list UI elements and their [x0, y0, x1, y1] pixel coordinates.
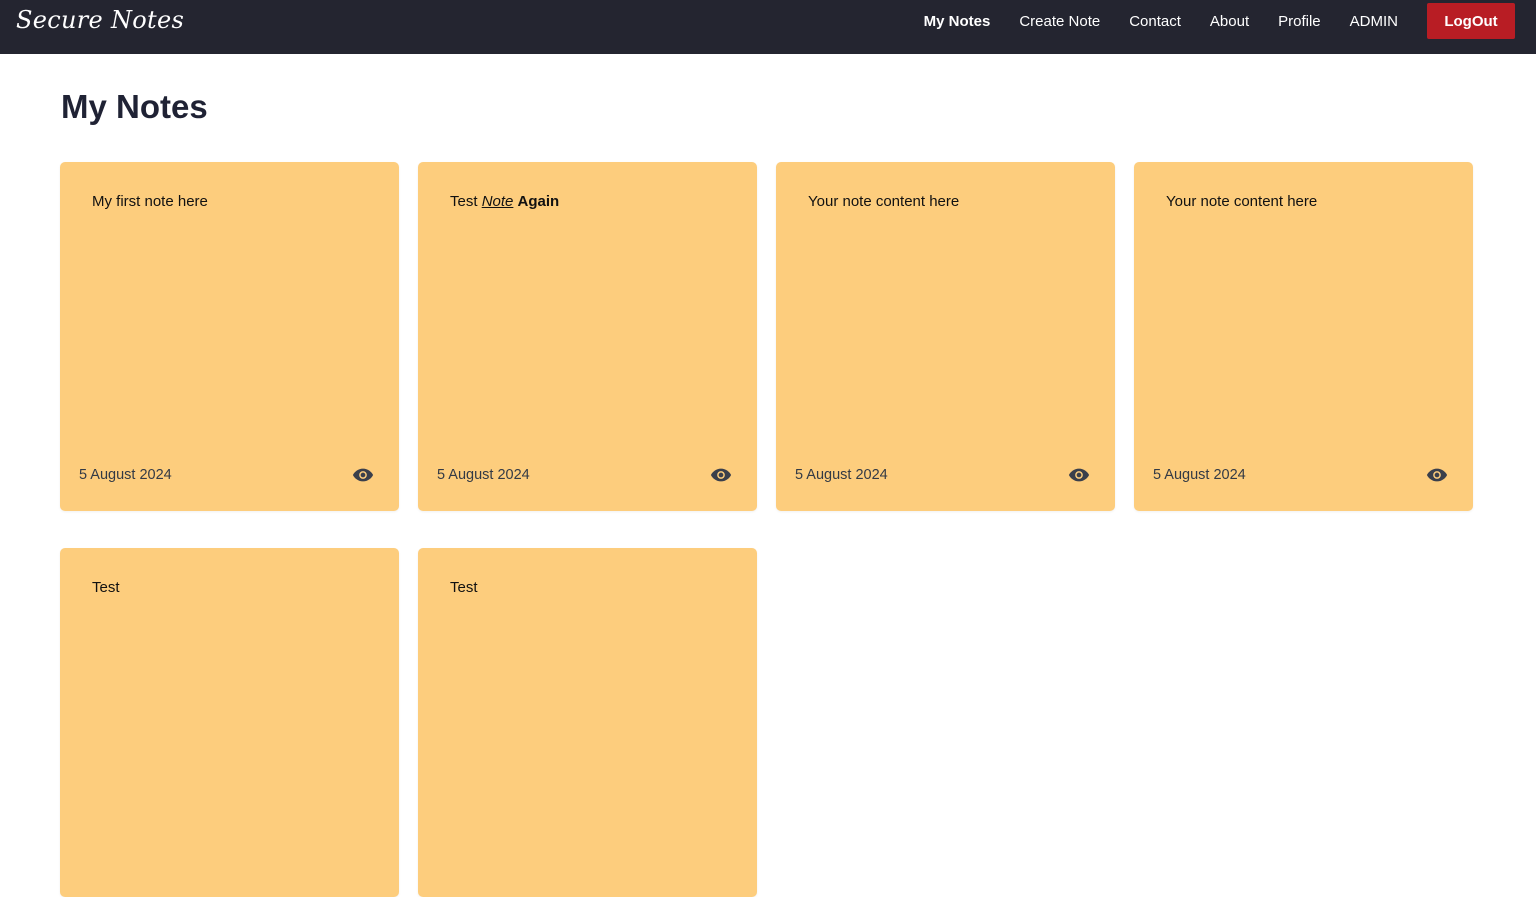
note-card[interactable]: Test: [60, 548, 399, 897]
eye-icon[interactable]: [710, 466, 732, 484]
note-content-fragment: Test: [450, 579, 478, 596]
page-title: My Notes: [61, 88, 208, 125]
note-date: 5 August 2024: [1153, 467, 1246, 483]
note-date: 5 August 2024: [437, 467, 530, 483]
note-content-fragment: Test: [450, 193, 482, 210]
note-content: Test: [92, 579, 120, 596]
nav-link-admin[interactable]: ADMIN: [1350, 13, 1398, 30]
note-card[interactable]: Your note content here 5 August 2024: [776, 162, 1115, 511]
note-content-fragment: Your note content here: [808, 193, 960, 210]
note-content-fragment: My first note here: [92, 193, 208, 210]
note-content: Test: [450, 579, 478, 596]
note-card[interactable]: Your note content here 5 August 2024: [1134, 162, 1473, 511]
note-date: 5 August 2024: [795, 467, 888, 483]
nav-links: My Notes Create Note Contact About Profi…: [895, 0, 1515, 42]
note-content: My first note here: [92, 193, 208, 210]
brand-logo[interactable]: Secure Notes: [16, 6, 184, 34]
notes-grid: My first note here 5 August 2024 Test Note…: [60, 162, 1473, 897]
nav-link-contact[interactable]: Contact: [1129, 13, 1181, 30]
eye-icon[interactable]: [1068, 466, 1090, 484]
eye-icon[interactable]: [352, 466, 374, 484]
note-content: Your note content here: [1166, 193, 1317, 210]
logout-button[interactable]: LogOut: [1427, 3, 1515, 39]
note-card[interactable]: My first note here 5 August 2024: [60, 162, 399, 511]
note-content-fragment: Your note content here: [1166, 193, 1318, 210]
nav-link-create-note[interactable]: Create Note: [1019, 13, 1100, 30]
nav-link-about[interactable]: About: [1210, 13, 1249, 30]
top-navbar: Secure Notes My Notes Create Note Contac…: [0, 0, 1536, 54]
note-content: Test Note Again: [450, 193, 559, 210]
note-date: 5 August 2024: [79, 467, 172, 483]
note-card[interactable]: Test Note Again 5 August 2024: [418, 162, 757, 511]
note-content-fragment: Note: [481, 193, 514, 210]
note-card[interactable]: Test: [418, 548, 757, 897]
note-content-fragment: Again: [517, 193, 560, 210]
nav-link-my-notes[interactable]: My Notes: [924, 13, 991, 30]
eye-icon[interactable]: [1426, 466, 1448, 484]
note-content-fragment: Test: [92, 579, 120, 596]
note-content: Your note content here: [808, 193, 959, 210]
nav-link-profile[interactable]: Profile: [1278, 13, 1321, 30]
